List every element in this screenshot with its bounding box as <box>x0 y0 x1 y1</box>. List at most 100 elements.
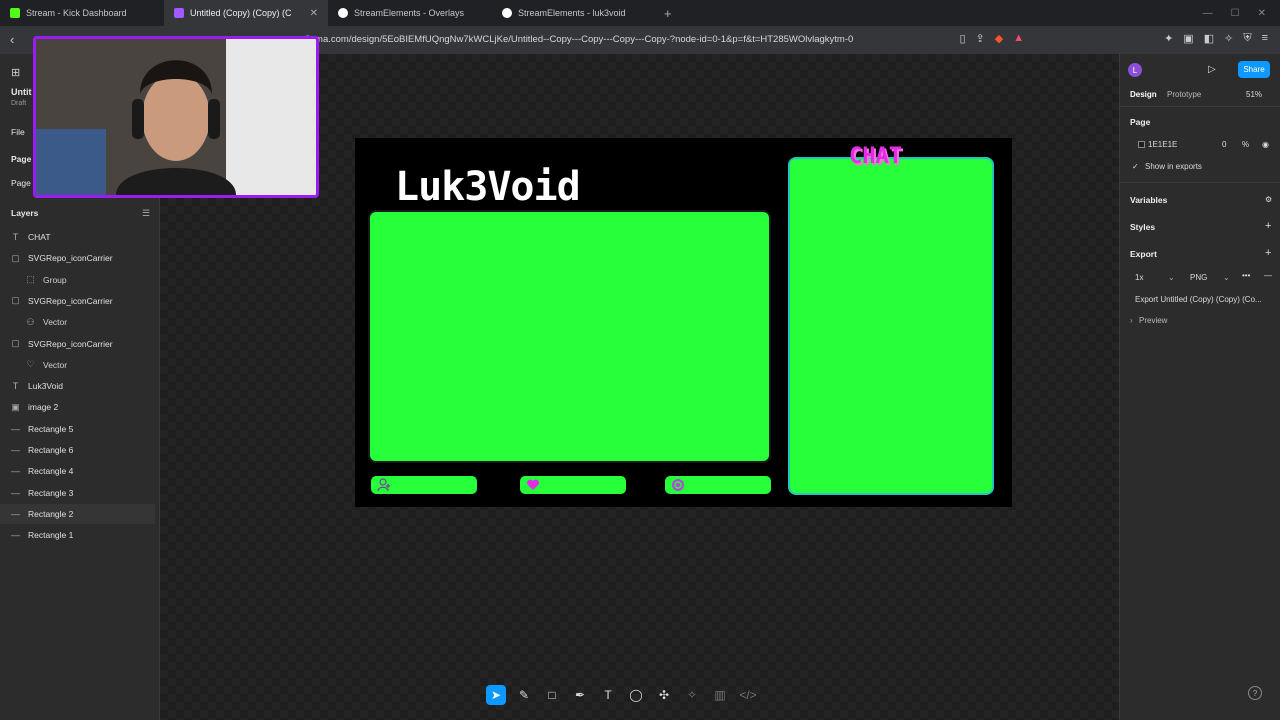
layer-label: Luk3Void <box>28 381 63 392</box>
chat-rectangle[interactable] <box>788 157 994 495</box>
kick-icon <box>10 8 20 18</box>
maximize-icon[interactable]: ☐ <box>1231 8 1240 19</box>
layer-label: CHAT <box>28 232 51 242</box>
overlay-frame[interactable]: Luk3Void CHAT <box>355 138 1012 507</box>
help-button[interactable]: ? <box>1248 686 1262 700</box>
layer-item[interactable]: — Rectangle 6 <box>0 440 155 460</box>
comment-tool-icon[interactable]: ◯ <box>626 685 646 705</box>
share-button[interactable]: Share <box>1238 61 1270 78</box>
variables-label[interactable]: Variables <box>1130 195 1167 205</box>
figma-menu-icon[interactable]: ⊞ <box>11 66 20 79</box>
preview-toggle[interactable]: Preview <box>1139 316 1167 325</box>
share-url-icon[interactable]: ⇪ <box>976 32 985 45</box>
layer-item[interactable]: ▢ SVGRepo_iconCarrier <box>0 248 155 268</box>
brave-shield-icon[interactable]: ◆ <box>995 32 1003 45</box>
page-color-value[interactable]: 1E1E1E <box>1148 140 1177 149</box>
coin-icon <box>672 479 684 491</box>
layer-item[interactable]: ⬚ Group <box>0 270 155 290</box>
bottom-toolbar: ➤ ✎ □ ✒ T ◯ ✣ ✧ ▥ </> <box>486 684 792 706</box>
export-button[interactable]: Export Untitled (Copy) (Copy) (Co... <box>1135 295 1265 304</box>
browser-tab-bar: Stream - Kick Dashboard Untitled (Copy) … <box>0 0 1280 26</box>
bookmark-icon[interactable]: ▯ <box>959 32 965 45</box>
extensions-icon[interactable]: ✦ <box>1164 32 1173 45</box>
url-input[interactable]: figma.com/design/5EoBIEMfUQngNw7kWCLjKe/… <box>305 34 853 45</box>
figma-icon <box>174 8 184 18</box>
layer-item[interactable]: T CHAT <box>0 227 155 247</box>
chevron-down-icon[interactable]: ⌄ <box>1168 273 1175 282</box>
layer-label: Rectangle 3 <box>28 487 74 498</box>
chevron-down-icon[interactable]: ⌄ <box>1223 273 1230 282</box>
close-icon[interactable]: ✕ <box>310 8 318 19</box>
tab-streamelements-luk3void[interactable]: StreamElements - luk3void <box>492 0 656 26</box>
code-icon[interactable]: </> <box>738 685 758 705</box>
variables-settings-icon[interactable]: ⚙ <box>1265 195 1272 204</box>
page-opacity-value[interactable]: 0 <box>1222 140 1226 149</box>
layer-item[interactable]: ⚇ Vector <box>0 312 155 332</box>
drafts-label: Draft <box>11 100 27 107</box>
tab-kick-dashboard[interactable]: Stream - Kick Dashboard <box>0 0 164 26</box>
brave-rewards-icon[interactable]: ▲ <box>1013 32 1024 45</box>
add-style-icon[interactable]: + <box>1265 220 1271 232</box>
layer-label: Rectangle 2 <box>28 508 74 519</box>
layer-item[interactable]: ♡ Vector <box>0 355 155 375</box>
dev-mode-icon[interactable]: ▥ <box>710 685 730 705</box>
eye-icon[interactable]: ◉ <box>1262 140 1269 149</box>
subscriber-pill[interactable] <box>520 476 626 494</box>
menu-icon[interactable]: ≡ <box>1262 32 1268 45</box>
layers-options-icon[interactable]: ☰ <box>142 208 150 219</box>
group-icon: ⬚ <box>26 274 35 285</box>
close-window-icon[interactable]: ✕ <box>1258 8 1266 19</box>
remove-export-icon[interactable]: — <box>1264 271 1272 280</box>
layer-item[interactable]: — Rectangle 1 <box>0 525 155 545</box>
leo-icon[interactable]: ✧ <box>1224 32 1233 45</box>
zoom-level[interactable]: 51% <box>1246 90 1262 99</box>
chevron-right-icon[interactable]: › <box>1130 316 1133 325</box>
tab-design[interactable]: Design <box>1130 90 1157 99</box>
minimize-icon[interactable]: — <box>1203 8 1213 19</box>
layer-label: SVGRepo_iconCarrier <box>28 253 113 264</box>
streamer-title-text[interactable]: Luk3Void <box>395 164 581 210</box>
vpn-icon[interactable]: ⛨ <box>1243 32 1251 45</box>
layer-item[interactable]: ▢ SVGRepo_iconCarrier <box>0 291 155 311</box>
back-icon[interactable]: ‹ <box>10 32 14 47</box>
new-tab-button[interactable]: + <box>656 6 680 21</box>
avatar[interactable]: L <box>1128 63 1142 77</box>
ai-tool-icon[interactable]: ✧ <box>682 685 702 705</box>
layer-label: Rectangle 5 <box>28 423 74 434</box>
move-tool-icon[interactable]: ➤ <box>486 685 506 705</box>
pen-tool-icon[interactable]: ✒ <box>570 685 590 705</box>
pencil-tool-icon[interactable]: ✎ <box>514 685 534 705</box>
layer-label: Group <box>43 274 67 285</box>
rectangle-tool-icon[interactable]: □ <box>542 685 562 705</box>
file-name[interactable]: Untit <box>11 87 32 97</box>
page-color-swatch[interactable] <box>1138 141 1145 148</box>
more-options-icon[interactable]: ••• <box>1242 271 1250 280</box>
export-label: Export <box>1130 249 1157 259</box>
chat-title-text[interactable]: CHAT <box>849 144 902 169</box>
export-scale-select[interactable]: 1x <box>1135 273 1143 282</box>
layer-item[interactable]: — Rectangle 4 <box>0 461 155 481</box>
donation-pill[interactable] <box>665 476 771 494</box>
layer-item[interactable]: — Rectangle 5 <box>0 419 155 439</box>
file-menu[interactable]: File <box>11 127 25 137</box>
tab-streamelements-overlays[interactable]: StreamElements - Overlays <box>328 0 492 26</box>
tab-prototype[interactable]: Prototype <box>1167 90 1201 99</box>
text-tool-icon[interactable]: T <box>598 685 618 705</box>
checkbox-icon[interactable]: ✓ <box>1132 162 1139 171</box>
sidebar-icon[interactable]: ◧ <box>1204 32 1214 45</box>
tab-figma-untitled[interactable]: Untitled (Copy) (Copy) (C ✕ <box>164 0 328 26</box>
gameplay-rectangle[interactable] <box>368 210 771 463</box>
layer-item[interactable]: — Rectangle 3 <box>0 483 155 503</box>
layer-item[interactable]: ▢ SVGRepo_iconCarrier <box>0 334 155 354</box>
components-tool-icon[interactable]: ✣ <box>654 685 674 705</box>
add-export-icon[interactable]: + <box>1265 247 1271 259</box>
follower-pill[interactable] <box>371 476 477 494</box>
export-format-select[interactable]: PNG <box>1190 273 1207 282</box>
rect-icon: — <box>11 487 20 498</box>
layer-item[interactable]: T Luk3Void <box>0 376 155 396</box>
layer-item[interactable]: — Rectangle 2 <box>0 503 155 524</box>
wallet-icon[interactable]: ▣ <box>1183 32 1193 45</box>
page-section-label: Page <box>1130 117 1151 127</box>
present-icon[interactable]: ▷ <box>1208 64 1216 75</box>
layer-item[interactable]: ▣ image 2 <box>0 397 155 417</box>
